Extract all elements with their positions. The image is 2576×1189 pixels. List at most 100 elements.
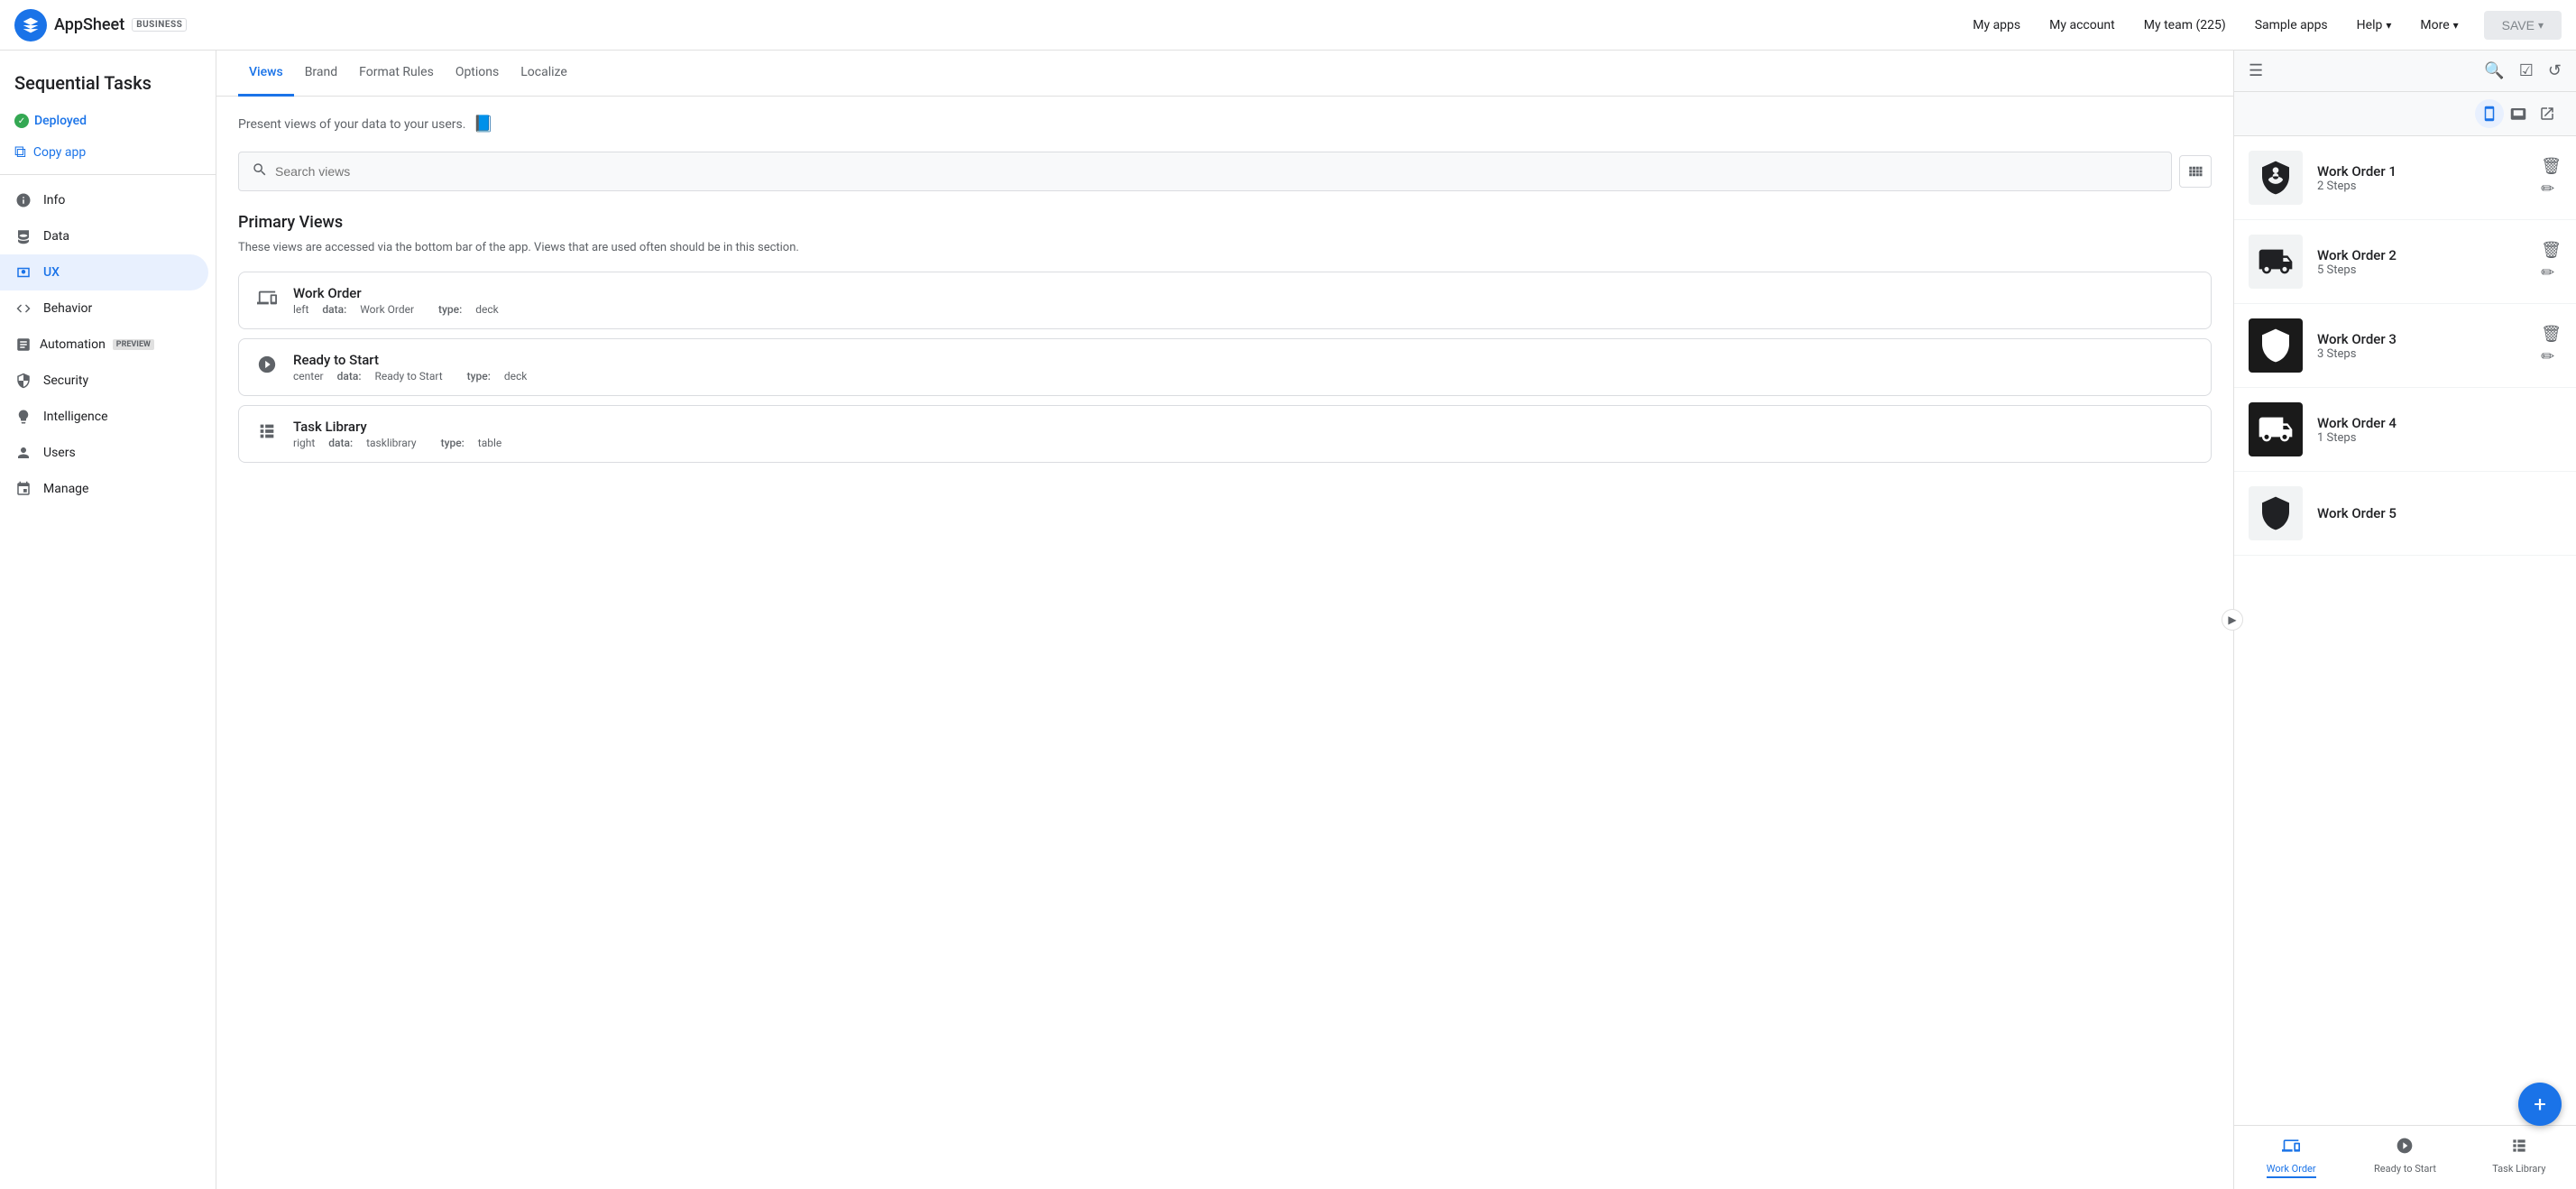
logo-area: AppSheet BUSINESS: [14, 9, 187, 41]
more-chevron-icon: ▾: [2453, 19, 2459, 32]
grid-view-button[interactable]: [2179, 155, 2212, 188]
preview-check-icon[interactable]: ☑: [2519, 61, 2534, 80]
mobile-nav-ready-to-start[interactable]: Ready to Start: [2348, 1133, 2461, 1182]
mobile-nav-ready-icon: [2396, 1137, 2414, 1159]
search-bar: [238, 152, 2172, 191]
deployed-status[interactable]: Deployed: [0, 108, 216, 134]
copy-icon: ⧉: [14, 143, 26, 161]
work-order-view-icon: [257, 288, 279, 312]
work-order-2-actions: 🗑 ✏: [2541, 241, 2562, 282]
nav-my-account[interactable]: My account: [2038, 11, 2126, 40]
work-order-1-image: [2249, 151, 2303, 205]
work-order-2-delete-button[interactable]: 🗑: [2541, 241, 2562, 260]
mobile-nav-work-order-icon: [2282, 1137, 2300, 1159]
nav-my-team[interactable]: My team (225): [2133, 11, 2237, 40]
tabs-bar: Views Brand Format Rules Options Localiz…: [216, 51, 2233, 97]
nav-more[interactable]: More ▾: [2409, 11, 2469, 40]
view-card-work-order[interactable]: Work Order left data: Work Order type: d…: [238, 272, 2212, 329]
work-order-item-5[interactable]: Work Order 5: [2234, 472, 2576, 556]
sidebar-item-security[interactable]: Security: [0, 363, 208, 399]
work-order-2-image: [2249, 235, 2303, 289]
logo-text: AppSheet: [54, 15, 124, 34]
work-order-3-actions: 🗑 ✏: [2541, 325, 2562, 366]
collapse-panel-button[interactable]: ▶: [2222, 609, 2243, 631]
tab-views[interactable]: Views: [238, 51, 294, 97]
work-order-3-edit-button[interactable]: ✏: [2541, 347, 2562, 366]
work-order-1-actions: 🗑 ✏: [2541, 157, 2562, 198]
ready-to-start-view-icon: [257, 355, 279, 379]
nav-links: My apps My account My team (225) Sample …: [1962, 11, 2469, 40]
work-order-5-info: Work Order 5: [2317, 505, 2562, 521]
save-button[interactable]: SAVE ▾: [2484, 11, 2562, 40]
tab-format-rules[interactable]: Format Rules: [348, 51, 445, 97]
work-order-item-2[interactable]: Work Order 2 5 Steps 🗑 ✏: [2234, 220, 2576, 304]
work-order-1-delete-button[interactable]: 🗑: [2541, 157, 2562, 176]
work-order-item-1[interactable]: Work Order 1 2 Steps 🗑 ✏: [2234, 136, 2576, 220]
preview-refresh-icon[interactable]: ↺: [2548, 61, 2562, 80]
work-order-list: Work Order 1 2 Steps 🗑 ✏ Work Order 2: [2234, 136, 2576, 1125]
info-icon: [14, 191, 32, 209]
add-fab-button[interactable]: +: [2518, 1083, 2562, 1126]
work-order-3-delete-button[interactable]: 🗑: [2541, 325, 2562, 344]
mobile-nav-task-library[interactable]: Task Library: [2462, 1133, 2576, 1182]
security-icon: [14, 372, 32, 390]
search-input[interactable]: [275, 164, 2158, 179]
view-card-task-library[interactable]: Task Library right data: tasklibrary typ…: [238, 405, 2212, 463]
preview-toolbar: ☰ 🔍 ☑ ↺: [2234, 51, 2576, 92]
work-order-item-3[interactable]: Work Order 3 3 Steps 🗑 ✏: [2234, 304, 2576, 388]
tab-options[interactable]: Options: [445, 51, 510, 97]
view-card-ready-to-start[interactable]: Ready to Start center data: Ready to Sta…: [238, 338, 2212, 396]
sidebar-item-ux[interactable]: UX: [0, 254, 208, 290]
sidebar-item-manage[interactable]: Manage: [0, 471, 208, 507]
sidebar-item-automation[interactable]: Automation PREVIEW: [0, 327, 208, 363]
automation-icon: [14, 336, 32, 354]
logo-badge: BUSINESS: [132, 18, 187, 32]
copy-app-button[interactable]: ⧉ Copy app: [0, 137, 216, 167]
work-order-2-info: Work Order 2 5 Steps: [2317, 247, 2541, 277]
sidebar-item-intelligence[interactable]: Intelligence: [0, 399, 208, 435]
sidebar-item-users[interactable]: Users: [0, 435, 208, 471]
section-description: Present views of your data to your users…: [238, 115, 2212, 134]
automation-preview-badge: PREVIEW: [113, 339, 154, 350]
sidebar-divider: [0, 174, 216, 175]
mobile-bottom-nav: Work Order Ready to Start Task Library: [2234, 1125, 2576, 1189]
work-order-1-info: Work Order 1 2 Steps: [2317, 163, 2541, 193]
phone-view-button[interactable]: [2475, 99, 2504, 128]
manage-icon: [14, 480, 32, 498]
app-logo: [14, 9, 47, 41]
device-toolbar: [2234, 92, 2576, 136]
filter-list-icon: ☰: [2249, 61, 2263, 80]
center-content: Views Brand Format Rules Options Localiz…: [216, 51, 2233, 1189]
work-order-item-4[interactable]: Work Order 4 1 Steps: [2234, 388, 2576, 472]
work-order-3-image: [2249, 318, 2303, 373]
app-title: Sequential Tasks: [0, 65, 216, 108]
primary-views-title: Primary Views: [238, 213, 2212, 232]
save-chevron-icon: ▾: [2538, 19, 2544, 32]
data-icon: [14, 227, 32, 245]
nav-help[interactable]: Help ▾: [2346, 11, 2403, 40]
mobile-nav-work-order[interactable]: Work Order: [2234, 1133, 2348, 1182]
external-view-button[interactable]: [2533, 99, 2562, 128]
work-order-1-edit-button[interactable]: ✏: [2541, 180, 2562, 198]
nav-sample-apps[interactable]: Sample apps: [2244, 11, 2339, 40]
tab-localize[interactable]: Localize: [510, 51, 578, 97]
nav-my-apps[interactable]: My apps: [1962, 11, 2031, 40]
sidebar-item-data[interactable]: Data: [0, 218, 208, 254]
tab-brand[interactable]: Brand: [294, 51, 348, 97]
book-icon: 📘: [473, 115, 492, 134]
task-library-card-info: Task Library right data: tasklibrary typ…: [293, 419, 2193, 449]
sidebar-item-info[interactable]: Info: [0, 182, 208, 218]
intelligence-icon: [14, 408, 32, 426]
left-sidebar: Sequential Tasks Deployed ⧉ Copy app Inf…: [0, 51, 216, 1189]
main-layout: Sequential Tasks Deployed ⧉ Copy app Inf…: [0, 51, 2576, 1189]
content-area: Present views of your data to your users…: [216, 97, 2233, 490]
work-order-2-edit-button[interactable]: ✏: [2541, 263, 2562, 282]
preview-header-icons: ☰: [2249, 61, 2263, 80]
preview-panel: ▶ ☰ 🔍 ☑ ↺: [2233, 51, 2576, 1189]
sidebar-item-behavior[interactable]: Behavior: [0, 290, 208, 327]
tablet-view-button[interactable]: [2504, 99, 2533, 128]
work-order-3-info: Work Order 3 3 Steps: [2317, 331, 2541, 361]
primary-views-subtitle: These views are accessed via the bottom …: [238, 239, 2212, 257]
work-order-4-info: Work Order 4 1 Steps: [2317, 415, 2562, 445]
preview-search-icon[interactable]: 🔍: [2484, 61, 2504, 80]
